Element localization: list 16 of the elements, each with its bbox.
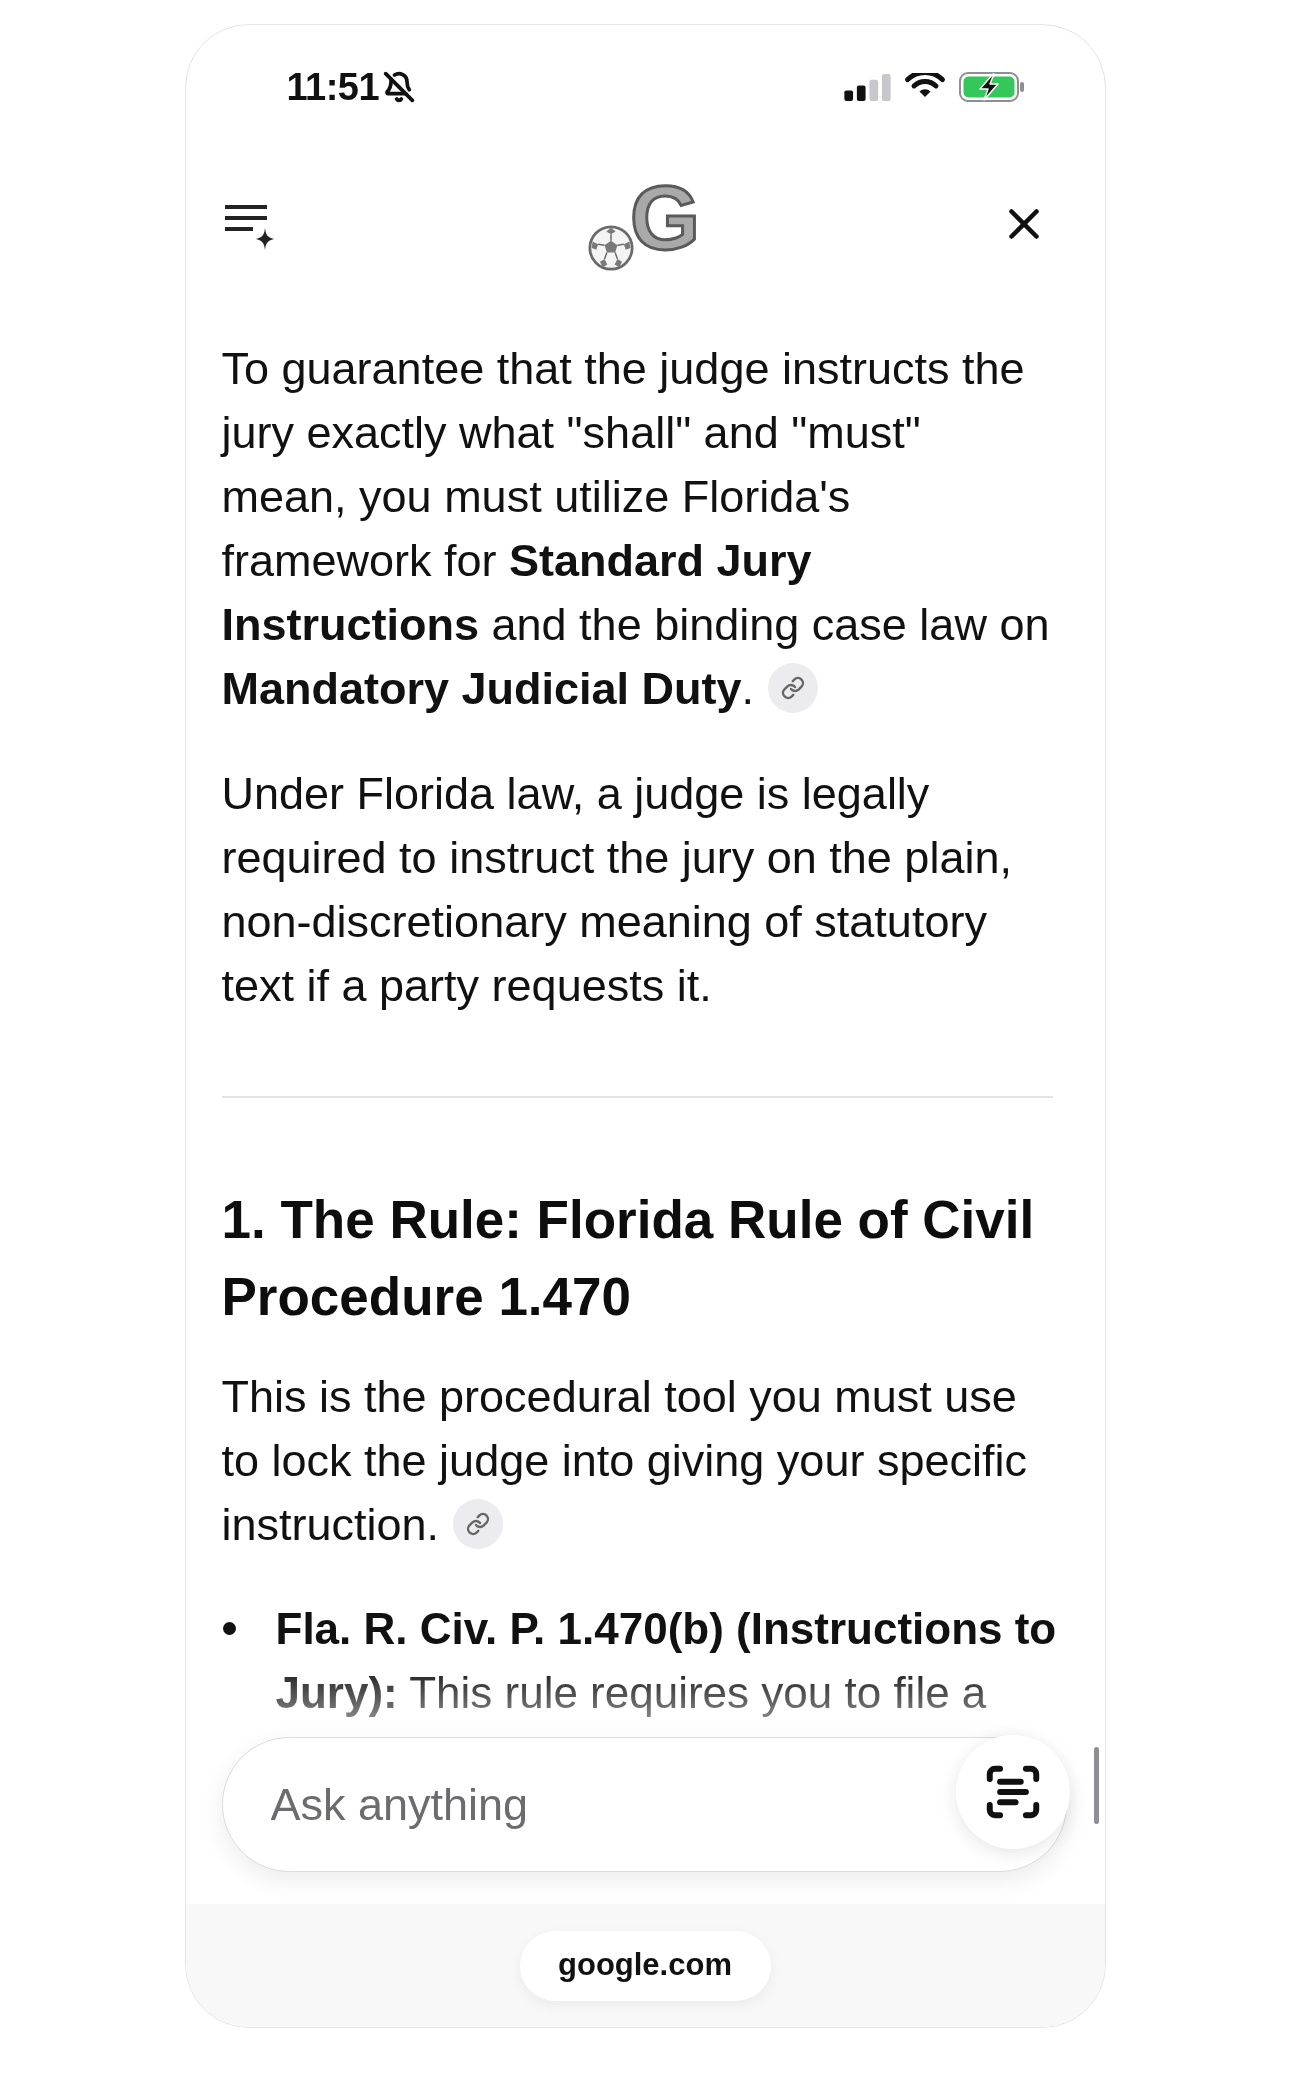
section-heading: 1. The Rule: Florida Rule of Civil Procedure 1.470 [221,1189,1036,1328]
status-time: 11:51 [286,64,380,110]
list-sparkle-icon[interactable] [222,202,275,250]
ask-bar[interactable]: Ask anything [221,1737,1067,1872]
link-icon [466,1512,491,1537]
paragraph: To guarantee that the judge instructs the jury exactly what "shall" and "must" mean, you must utilize Florida's framework for Standard Jury Instructions and the binding case law on Mandatory Judicial Duty. [221,342,1051,716]
soccer-ball-icon [588,225,634,271]
signal-icon [843,73,891,101]
logo-letter: G [630,173,700,263]
bullet-icon [222,1622,236,1635]
url-pill[interactable]: google.com [519,1930,771,2001]
link-icon [781,676,806,701]
ask-input-field[interactable]: Ask anything [270,1776,831,1833]
list-item-text: Fla. R. Civ. P. 1.470(b) (Instructions to Jury): This rule requires you to file a [275,1603,1058,1719]
paragraph: Under Florida law, a judge is legally required to instruct the jury on the plain, non-discretionary meaning of statutory text if a party requests it. [221,767,1013,1013]
paragraph: This is the procedural tool you must use to lock the judge into giving your specific instruction. [221,1370,1028,1552]
